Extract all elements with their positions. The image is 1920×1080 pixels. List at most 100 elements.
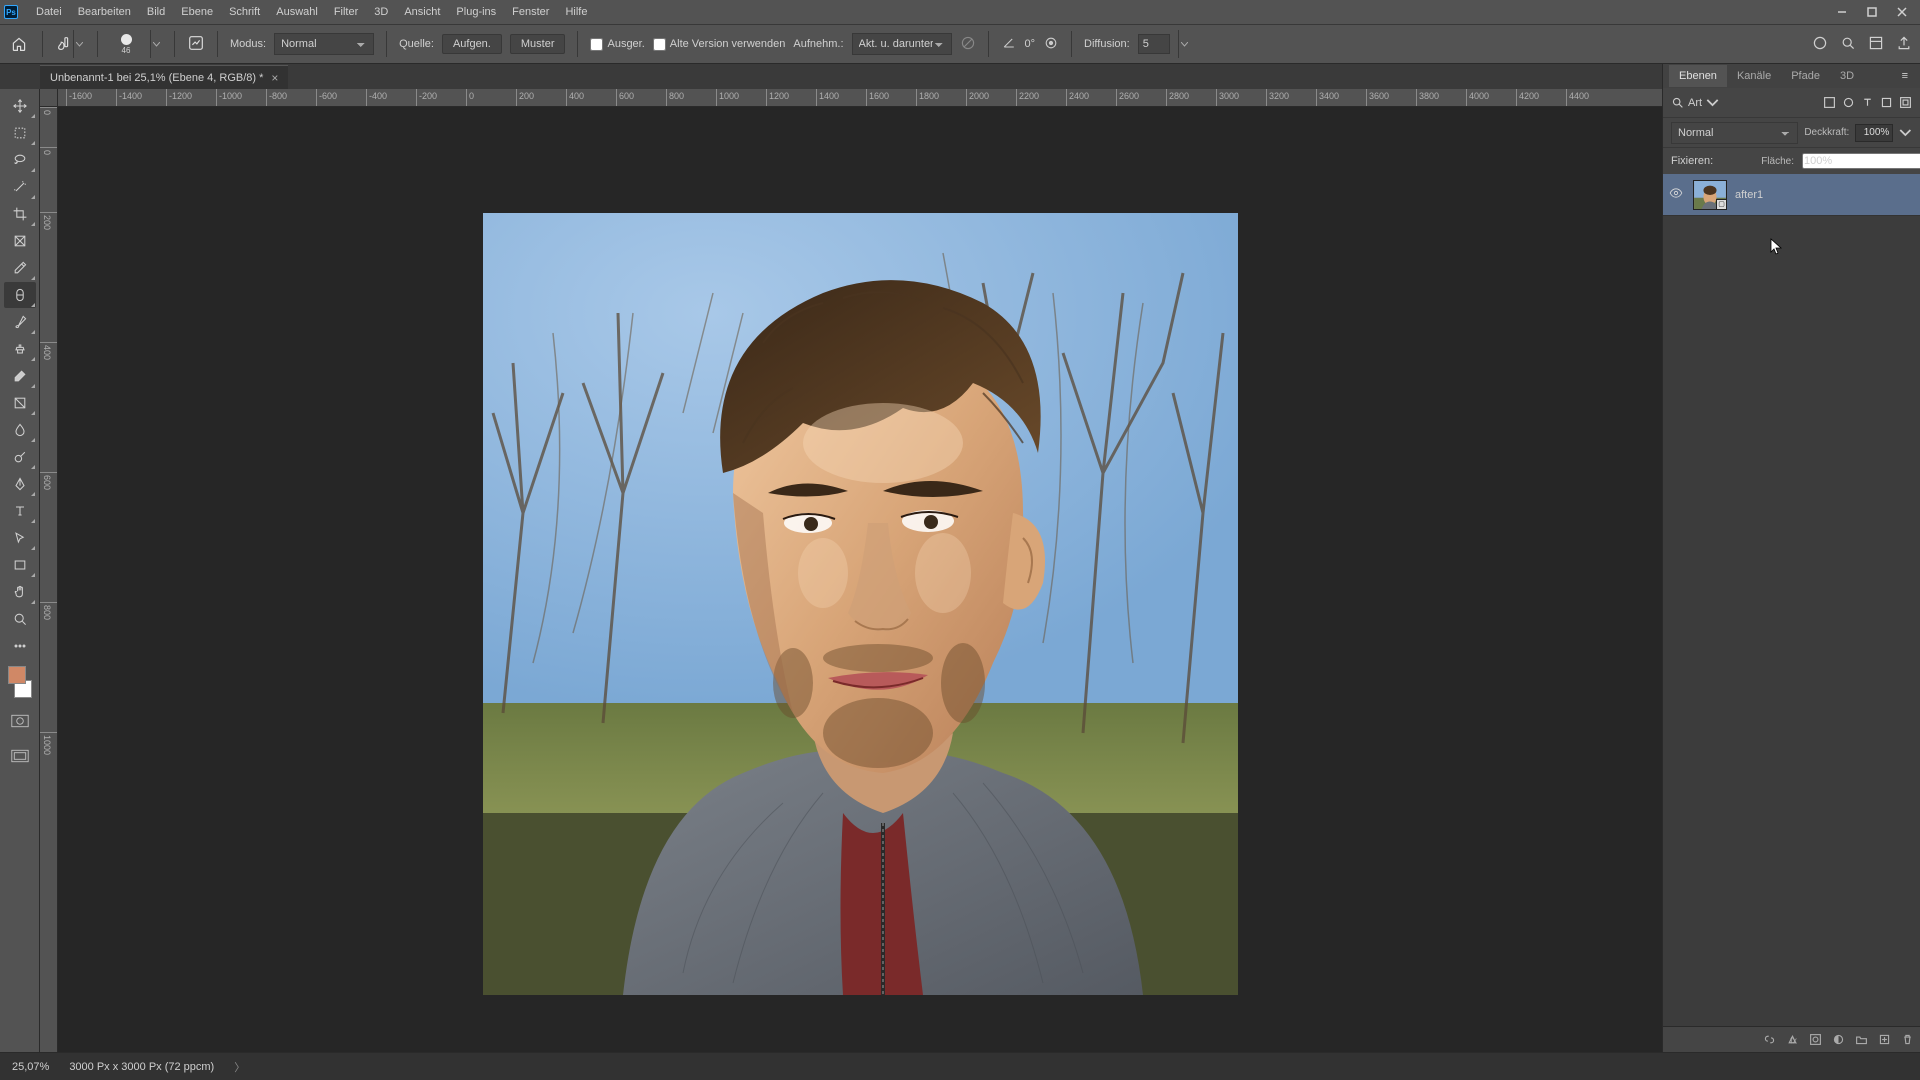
menu-auswahl[interactable]: Auswahl xyxy=(268,2,326,22)
new-layer-icon[interactable] xyxy=(1878,1033,1891,1046)
frame-tool[interactable] xyxy=(4,228,36,254)
blend-mode-select[interactable]: Normal xyxy=(1671,122,1798,144)
layer-mask-icon[interactable] xyxy=(1809,1033,1822,1046)
angle-value[interactable]: 0° xyxy=(1025,38,1036,50)
eyedropper-tool[interactable] xyxy=(4,255,36,281)
menu-hilfe[interactable]: Hilfe xyxy=(557,2,595,22)
mode-select[interactable]: Normal xyxy=(274,33,374,55)
move-tool[interactable] xyxy=(4,93,36,119)
gradient-tool[interactable] xyxy=(4,390,36,416)
color-swatches[interactable] xyxy=(4,666,36,698)
menu-filter[interactable]: Filter xyxy=(326,2,366,22)
screen-mode[interactable] xyxy=(4,744,36,768)
search-icon[interactable] xyxy=(1840,35,1856,54)
menu-3d[interactable]: 3D xyxy=(366,2,396,22)
canvas-area[interactable] xyxy=(58,107,1662,1052)
ruler-origin[interactable] xyxy=(40,89,58,107)
filter-adjustment-icon[interactable] xyxy=(1842,96,1855,109)
maximize-button[interactable] xyxy=(1858,3,1886,21)
brush-preset-picker[interactable]: 46 xyxy=(110,30,142,58)
canvas[interactable] xyxy=(483,213,1238,995)
menu-fenster[interactable]: Fenster xyxy=(504,2,557,22)
edit-toolbar[interactable] xyxy=(4,633,36,659)
tool-preset[interactable] xyxy=(55,30,85,58)
foreground-color-swatch[interactable] xyxy=(8,666,26,684)
artboard-tool[interactable] xyxy=(4,120,36,146)
pressure-icon[interactable] xyxy=(1043,35,1059,54)
alte-version-checkbox[interactable]: Alte Version verwenden xyxy=(653,38,786,51)
chevron-down-icon[interactable] xyxy=(1899,126,1912,139)
panel-menu-icon[interactable]: ≡ xyxy=(1896,70,1914,82)
layer-filter-type[interactable]: Art xyxy=(1671,96,1817,109)
ausger-checkbox[interactable]: Ausger. xyxy=(590,38,644,51)
opacity-input[interactable] xyxy=(1855,124,1893,142)
document-tab[interactable]: Unbenannt-1 bei 25,1% (Ebene 4, RGB/8) *… xyxy=(40,65,288,89)
group-icon[interactable] xyxy=(1855,1033,1868,1046)
visibility-toggle[interactable] xyxy=(1669,188,1685,201)
cloud-docs-icon[interactable] xyxy=(1812,35,1828,54)
link-layers-icon[interactable] xyxy=(1763,1033,1776,1046)
ignore-adjustment-icon[interactable] xyxy=(960,35,976,54)
menu-bild[interactable]: Bild xyxy=(139,2,173,22)
info-menu-icon[interactable]: 〉 xyxy=(234,1059,245,1075)
document-info[interactable]: 3000 Px x 3000 Px (72 ppcm) xyxy=(69,1061,214,1073)
filter-pixel-icon[interactable] xyxy=(1823,96,1836,109)
share-icon[interactable] xyxy=(1896,35,1912,54)
menu-bearbeiten[interactable]: Bearbeiten xyxy=(70,2,139,22)
magic-wand-tool[interactable] xyxy=(4,174,36,200)
lock-label: Fixieren: xyxy=(1671,155,1713,167)
layer-thumbnail[interactable]: ▢ xyxy=(1693,180,1727,210)
quick-mask-mode[interactable] xyxy=(4,709,36,733)
mouse-cursor xyxy=(1770,238,1784,256)
zoom-level[interactable]: 25,07% xyxy=(12,1061,49,1073)
clone-stamp-tool[interactable] xyxy=(4,336,36,362)
eraser-tool[interactable] xyxy=(4,363,36,389)
aufgen-button[interactable]: Aufgen. xyxy=(442,34,502,54)
muster-button[interactable]: Muster xyxy=(510,34,566,54)
home-button[interactable] xyxy=(8,33,30,55)
angle-icon[interactable] xyxy=(1001,35,1017,54)
brush-settings-icon[interactable] xyxy=(187,34,205,55)
workspace-icon[interactable] xyxy=(1868,35,1884,54)
blur-tool[interactable] xyxy=(4,417,36,443)
filter-type-icon[interactable] xyxy=(1861,96,1874,109)
menu-schrift[interactable]: Schrift xyxy=(221,2,268,22)
close-icon[interactable]: × xyxy=(271,71,278,85)
dodge-tool[interactable] xyxy=(4,444,36,470)
brush-tool[interactable] xyxy=(4,309,36,335)
chevron-down-icon[interactable] xyxy=(1178,30,1190,58)
tab-3d[interactable]: 3D xyxy=(1830,65,1864,87)
layer-row[interactable]: ▢ after1 xyxy=(1663,174,1920,216)
delete-layer-icon[interactable] xyxy=(1901,1033,1914,1046)
minimize-button[interactable] xyxy=(1828,3,1856,21)
shape-tool[interactable] xyxy=(4,552,36,578)
filter-shape-icon[interactable] xyxy=(1880,96,1893,109)
healing-brush-tool[interactable] xyxy=(4,282,36,308)
layer-style-icon[interactable]: fx xyxy=(1786,1033,1799,1046)
layer-name[interactable]: after1 xyxy=(1735,189,1763,201)
pen-tool[interactable] xyxy=(4,471,36,497)
chevron-down-icon[interactable] xyxy=(150,30,162,58)
menu-datei[interactable]: Datei xyxy=(28,2,70,22)
lasso-tool[interactable] xyxy=(4,147,36,173)
menu-ansicht[interactable]: Ansicht xyxy=(396,2,448,22)
tab-ebenen[interactable]: Ebenen xyxy=(1669,65,1727,87)
horizontal-ruler[interactable]: -1600-1400-1200-1000-800-600-400-2000200… xyxy=(58,89,1662,107)
crop-tool[interactable] xyxy=(4,201,36,227)
filter-smart-icon[interactable] xyxy=(1899,96,1912,109)
menu-plugins[interactable]: Plug-ins xyxy=(448,2,504,22)
chevron-down-icon[interactable] xyxy=(73,30,85,58)
tab-pfade[interactable]: Pfade xyxy=(1781,65,1830,87)
fill-input[interactable] xyxy=(1802,153,1920,169)
path-selection-tool[interactable] xyxy=(4,525,36,551)
zoom-tool[interactable] xyxy=(4,606,36,632)
vertical-ruler[interactable]: 002004006008001000 xyxy=(40,107,58,1052)
type-tool[interactable] xyxy=(4,498,36,524)
sample-select[interactable]: Akt. u. darunter xyxy=(852,33,952,55)
menu-ebene[interactable]: Ebene xyxy=(173,2,221,22)
close-button[interactable] xyxy=(1888,3,1916,21)
diffusion-input[interactable] xyxy=(1138,34,1170,54)
adjustment-layer-icon[interactable] xyxy=(1832,1033,1845,1046)
hand-tool[interactable] xyxy=(4,579,36,605)
tab-kanaele[interactable]: Kanäle xyxy=(1727,65,1781,87)
